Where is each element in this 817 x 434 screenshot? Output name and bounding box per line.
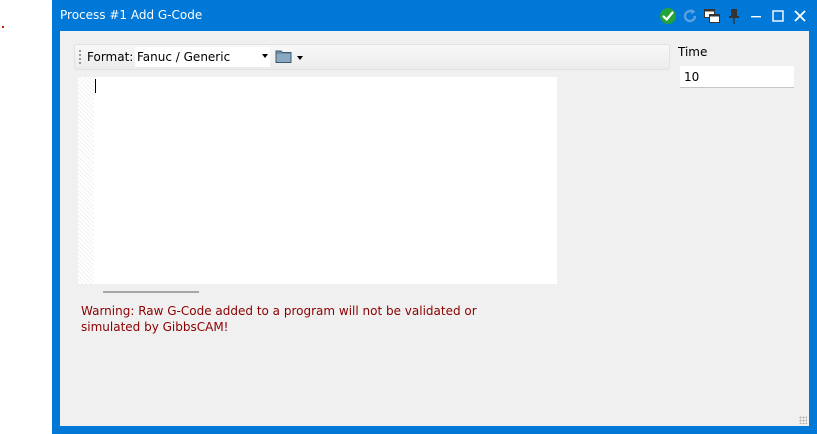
format-dropdown[interactable]: Fanuc / Generic <box>135 47 270 67</box>
horizontal-scrollbar[interactable] <box>103 291 199 293</box>
format-selected-value: Fanuc / Generic <box>137 50 231 64</box>
window-title: Process #1 Add G-Code <box>60 8 203 22</box>
time-input[interactable] <box>680 66 794 88</box>
gcode-editor[interactable] <box>78 77 557 284</box>
chevron-down-icon <box>262 54 268 58</box>
folder-icon <box>275 50 292 63</box>
text-caret <box>95 79 96 93</box>
format-label: Format: <box>87 50 134 64</box>
dialog-window: Process #1 Add G-Code Format: Fanuc / Ge… <box>52 0 817 434</box>
refresh-icon[interactable] <box>679 6 701 26</box>
minimize-icon[interactable] <box>745 6 767 26</box>
maximize-icon[interactable] <box>767 6 789 26</box>
folder-dropdown-button[interactable] <box>275 48 307 67</box>
resize-grip[interactable] <box>799 416 807 424</box>
editor-gutter <box>78 77 94 284</box>
title-bar-controls <box>657 6 811 26</box>
toolbar-grip[interactable] <box>79 50 81 65</box>
warning-message: Warning: Raw G-Code added to a program w… <box>81 304 477 334</box>
check-icon[interactable] <box>657 6 679 26</box>
title-bar[interactable]: Process #1 Add G-Code <box>52 0 817 31</box>
dialog-client-area: Format: Fanuc / Generic Time Warning: Ra… <box>60 31 809 426</box>
pin-icon[interactable] <box>723 6 745 26</box>
close-icon[interactable] <box>789 6 811 26</box>
time-label: Time <box>678 45 708 59</box>
windows-icon[interactable] <box>701 6 723 26</box>
format-toolbar: Format: Fanuc / Generic <box>74 44 670 70</box>
chevron-down-icon <box>297 56 303 60</box>
gcode-text-area[interactable] <box>94 77 557 284</box>
stray-dot <box>2 26 4 28</box>
